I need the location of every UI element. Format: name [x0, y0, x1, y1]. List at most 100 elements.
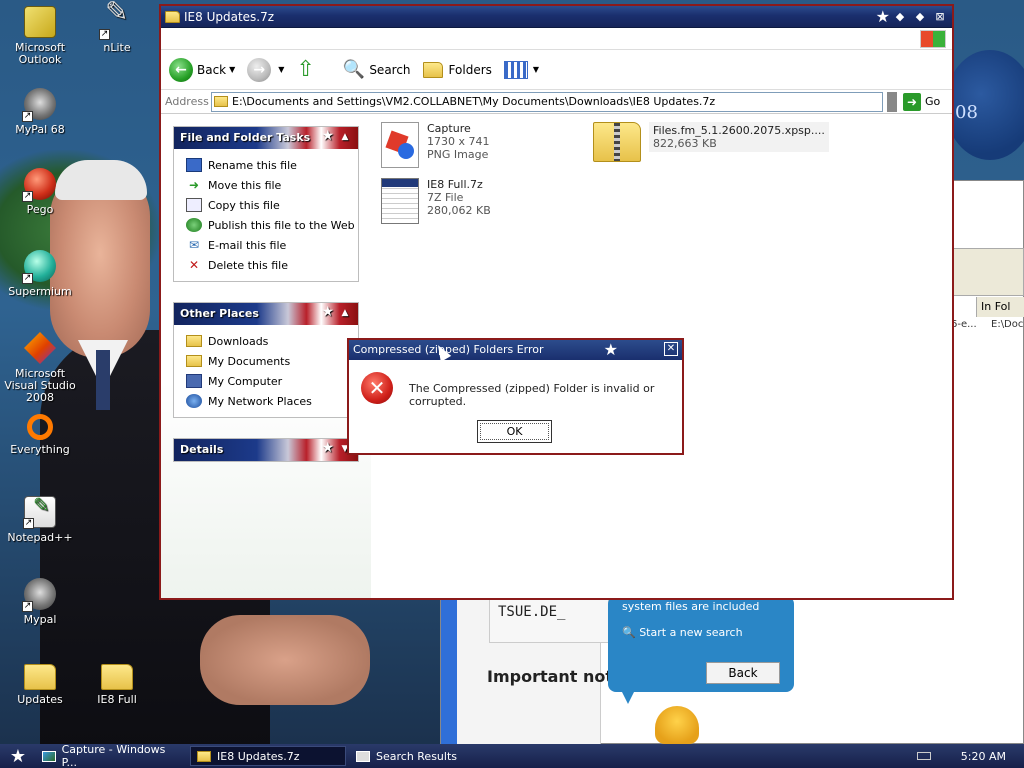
folder-icon: [165, 10, 180, 23]
folders-button[interactable]: Folders: [422, 61, 492, 78]
desktop-icon-visual-studio[interactable]: Microsoft Visual Studio 2008: [0, 332, 80, 404]
other-places-panel: Other Places ★ ▲ Downloads My Documents …: [173, 302, 359, 418]
shortcut-arrow-icon: ↗: [22, 601, 33, 612]
chevron-down-icon[interactable]: ▼: [278, 65, 284, 74]
search-assistant-balloon: system files are included 🔍 Start a new …: [608, 596, 794, 692]
desktop-icon-outlook[interactable]: Microsoft Outlook: [0, 6, 80, 66]
up-folder-icon: ⇧: [296, 57, 315, 82]
folder-icon: [214, 96, 228, 107]
file-item-files-fm[interactable]: Files.fm_5.1.2600.2075.xpsp.... 822,663 …: [593, 122, 829, 162]
desktop-icon-label: Updates: [17, 693, 63, 706]
star-icon: ★: [321, 128, 334, 144]
place-downloads[interactable]: Downloads: [186, 331, 358, 351]
system-tray: 5:20 AM: [912, 746, 1024, 766]
details-header[interactable]: Details ★ ▼: [174, 439, 358, 461]
star-icon: ★: [321, 304, 334, 320]
assistant-new-search-label: Start a new search: [639, 626, 743, 639]
place-label: My Network Places: [208, 394, 312, 408]
column-header-in-folder[interactable]: In Fol: [976, 297, 1024, 317]
file-item-ie8-full[interactable]: IE8 Full.7z 7Z File 280,062 KB: [381, 178, 491, 224]
desktop-icon-pego[interactable]: ↗ Pego: [0, 168, 80, 216]
back-button[interactable]: ← Back ▼: [169, 57, 235, 82]
collapse-icon[interactable]: ▲: [338, 130, 352, 144]
clock[interactable]: 5:20 AM: [961, 750, 1006, 763]
explorer-window[interactable]: IE8 Updates.7z ★ ◆ ◆ ⊠ ← Back ▼ → ▼ ⇧ 🔍 …: [159, 4, 954, 600]
address-label: Address: [165, 95, 209, 108]
maximize-icon[interactable]: ◆: [912, 9, 928, 25]
dialog-titlebar[interactable]: Compressed (zipped) Folders Error ★ ✕: [349, 340, 682, 360]
nlite-icon: ↗: [99, 6, 133, 40]
assistant-new-search-link[interactable]: 🔍 Start a new search: [622, 626, 743, 639]
task-email-file[interactable]: ✉ E-mail this file: [186, 235, 358, 255]
rename-icon: [186, 158, 202, 172]
taskbar-item-ie8-updates[interactable]: IE8 Updates.7z: [190, 746, 346, 766]
chevron-down-icon: ▼: [532, 65, 540, 74]
taskbar-item-capture[interactable]: Capture - Windows P...: [36, 743, 186, 768]
file-item-capture[interactable]: Capture 1730 x 741 PNG Image: [381, 122, 490, 168]
taskbar: ★ Capture - Windows P... IE8 Updates.7z …: [0, 743, 1024, 768]
task-delete-file[interactable]: ✕ Delete this file: [186, 255, 358, 275]
file-details: Files.fm_5.1.2600.2075.xpsp.... 822,663 …: [649, 122, 829, 152]
search-companion-dog-icon[interactable]: [655, 706, 699, 744]
address-dropdown-button[interactable]: [887, 91, 897, 112]
task-copy-file[interactable]: Copy this file: [186, 195, 358, 215]
zip-error-dialog[interactable]: Compressed (zipped) Folders Error ★ ✕ ✕ …: [347, 338, 684, 455]
task-move-file[interactable]: ➜ Move this file: [186, 175, 358, 195]
raccoon-icon: ↗: [22, 88, 56, 122]
address-input[interactable]: E:\Documents and Settings\VM2.COLLABNET\…: [211, 91, 883, 112]
place-my-computer[interactable]: My Computer: [186, 371, 358, 391]
views-button[interactable]: ▼: [503, 60, 540, 79]
assistant-balloon-tail: [620, 688, 636, 704]
task-rename-file[interactable]: Rename this file: [186, 155, 358, 175]
wallpaper-handshake: [200, 615, 370, 705]
up-button[interactable]: ⇧: [296, 57, 330, 82]
place-my-documents[interactable]: My Documents: [186, 351, 358, 371]
start-button-star-icon[interactable]: ★: [0, 746, 36, 767]
collapse-icon[interactable]: ▲: [338, 306, 352, 320]
task-publish-file[interactable]: Publish this file to the Web: [186, 215, 358, 235]
other-places-list: Downloads My Documents My Computer My Ne…: [174, 325, 358, 417]
desktop-icon-label: Microsoft Visual Studio 2008: [4, 367, 76, 404]
desktop-icon-supermium[interactable]: ↗ Supermium: [0, 250, 80, 298]
desktop-icon-everything[interactable]: Everything: [0, 414, 80, 456]
place-label: My Documents: [208, 354, 291, 368]
desktop-icon-label: Microsoft Outlook: [14, 41, 66, 66]
help-code-box: TSUE.DE_: [489, 599, 609, 643]
desktop-icon-label: Supermium: [8, 285, 72, 298]
folder-icon: [101, 664, 133, 690]
file-type: 7Z File: [427, 191, 464, 204]
assistant-back-button[interactable]: Back: [706, 662, 780, 684]
task-label: Delete this file: [208, 258, 288, 272]
task-label: Publish this file to the Web: [208, 218, 355, 232]
task-label: Copy this file: [208, 198, 280, 212]
minimize-icon[interactable]: ◆: [892, 9, 908, 25]
taskbar-item-search-results[interactable]: Search Results: [350, 746, 500, 766]
other-places-header[interactable]: Other Places ★ ▲: [174, 303, 358, 325]
shortcut-arrow-icon: ↗: [22, 111, 33, 122]
desktop-icon-mypal68[interactable]: ↗ MyPal 68: [0, 88, 80, 136]
image-editor-icon: [42, 750, 56, 762]
place-my-network-places[interactable]: My Network Places: [186, 391, 358, 411]
background-window-edge: [952, 248, 1024, 296]
close-icon[interactable]: ⊠: [932, 9, 948, 25]
file-name: IE8 Full.7z: [427, 178, 483, 191]
forward-button[interactable]: → ▼: [247, 57, 284, 82]
shortcut-arrow-icon: ↗: [22, 273, 33, 284]
desktop-icon-notepadpp[interactable]: ↗ Notepad++: [0, 496, 80, 544]
dialog-close-icon[interactable]: ✕: [664, 342, 678, 356]
zip-folder-icon: [593, 122, 641, 162]
assistant-line-system-files[interactable]: system files are included: [622, 600, 759, 613]
file-folder-tasks-header[interactable]: File and Folder Tasks ★ ▲: [174, 127, 358, 149]
desktop-icon-nlite[interactable]: ↗ nLite: [77, 6, 157, 54]
desktop-icon-updates-folder[interactable]: Updates: [0, 660, 80, 706]
explorer-titlebar[interactable]: IE8 Updates.7z ★ ◆ ◆ ⊠: [161, 6, 952, 28]
go-button[interactable]: ➜ Go: [903, 92, 940, 111]
chevron-down-icon[interactable]: ▼: [229, 65, 235, 74]
file-list: Capture 1730 x 741 PNG Image Files.fm_5.…: [381, 122, 941, 322]
desktop-icon-ie8-full-folder[interactable]: IE8 Full: [77, 660, 157, 706]
keyboard-icon[interactable]: [916, 752, 931, 760]
desktop-icon-mypal[interactable]: ↗ Mypal: [0, 578, 80, 626]
search-label: Search: [369, 62, 411, 77]
ok-button[interactable]: OK: [477, 420, 552, 443]
search-button[interactable]: 🔍 Search: [343, 59, 411, 80]
